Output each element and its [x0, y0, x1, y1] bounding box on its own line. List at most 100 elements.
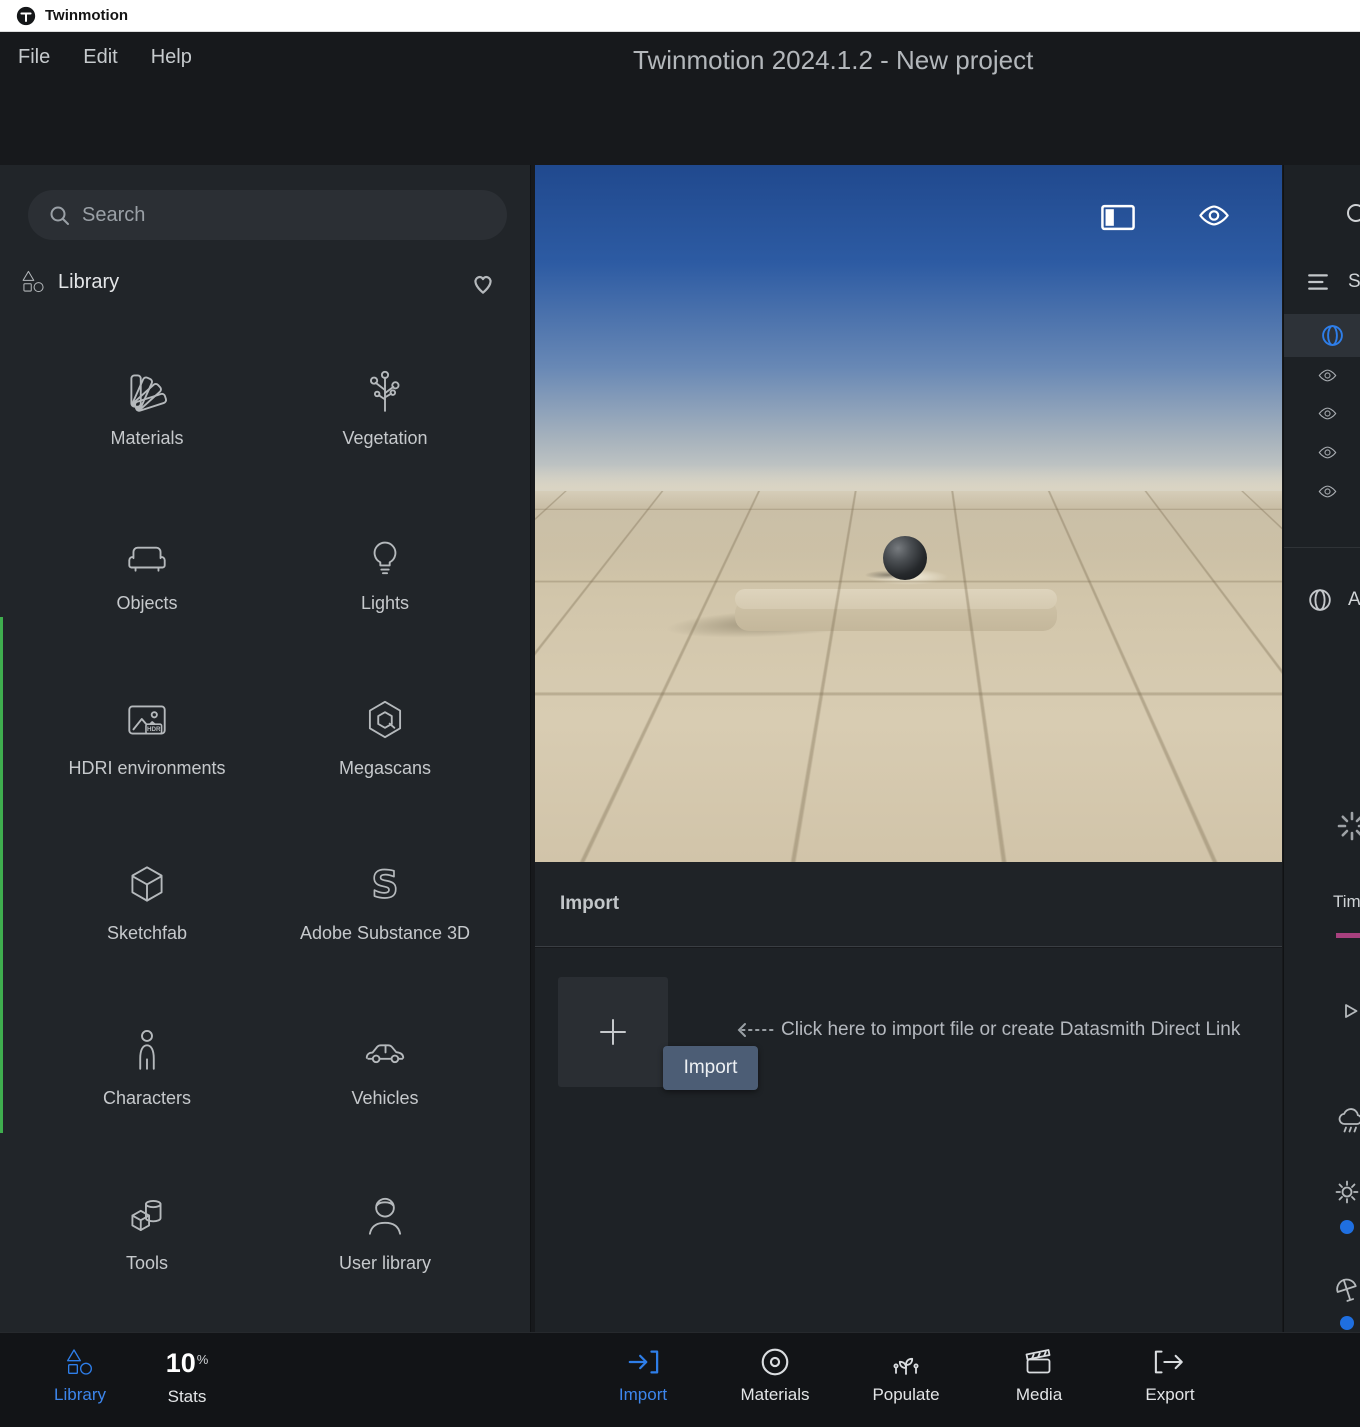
export-icon	[1153, 1346, 1187, 1378]
nav-media[interactable]: Media	[984, 1346, 1094, 1405]
nav-export-label: Export	[1145, 1385, 1194, 1405]
material-sphere-icon	[759, 1346, 791, 1378]
eye-icon[interactable]	[1318, 446, 1337, 459]
eye-icon[interactable]	[1198, 205, 1230, 226]
search-icon	[48, 204, 70, 226]
library-item-substance[interactable]: S Adobe Substance 3D	[266, 856, 504, 1021]
nav-import-label: Import	[619, 1385, 667, 1405]
nav-media-label: Media	[1016, 1385, 1062, 1405]
svg-text:S: S	[371, 863, 398, 907]
library-item-label: Vehicles	[351, 1088, 418, 1109]
blue-toggle-dot[interactable]	[1340, 1220, 1354, 1234]
toolbar	[0, 88, 1360, 165]
ambience-sphere-icon[interactable]	[1308, 588, 1332, 612]
nav-library[interactable]: Library	[25, 1346, 135, 1405]
sketchfab-cube-icon	[122, 860, 172, 910]
nav-import[interactable]: Import	[588, 1346, 698, 1405]
nav-materials[interactable]: Materials	[720, 1346, 830, 1405]
nav-materials-label: Materials	[741, 1385, 810, 1405]
import-icon	[626, 1346, 660, 1378]
svg-text:HDR: HDR	[147, 726, 161, 733]
nav-library-label: Library	[54, 1385, 106, 1405]
library-item-label: Lights	[361, 593, 409, 614]
viewport-3d[interactable]	[535, 165, 1282, 862]
twinmotion-logo-icon	[16, 6, 36, 26]
megascans-hexagon-icon	[360, 695, 410, 745]
library-item-user-library[interactable]: User library	[266, 1186, 504, 1351]
media-clapperboard-icon	[1022, 1346, 1056, 1378]
timeline-label: Tim	[1333, 892, 1360, 912]
bottom-navigation: Library 10 % Stats Import Materials Popu…	[0, 1332, 1360, 1427]
library-item-vegetation[interactable]: Vegetation	[266, 361, 504, 526]
populate-plants-icon	[889, 1346, 923, 1378]
library-item-label: Characters	[103, 1088, 191, 1109]
scene-header-label: S	[1348, 271, 1360, 293]
nav-stats-label: Stats	[168, 1387, 207, 1407]
library-item-objects[interactable]: Objects	[28, 526, 266, 691]
library-item-sketchfab[interactable]: Sketchfab	[28, 856, 266, 1021]
panel-toggle-icon[interactable]	[1100, 204, 1136, 231]
user-icon	[360, 1190, 410, 1240]
list-icon[interactable]	[1307, 272, 1329, 292]
import-hint-text: Click here to import file or create Data…	[781, 1019, 1240, 1041]
beach-umbrella-icon[interactable]	[1334, 1277, 1360, 1303]
library-panel: Library Materials Vegetation	[0, 165, 531, 1332]
library-item-label: Objects	[116, 593, 177, 614]
blue-toggle-dot[interactable]	[1340, 1316, 1354, 1330]
nav-populate-label: Populate	[872, 1385, 939, 1405]
import-add-button[interactable]	[558, 977, 668, 1087]
sun-icon[interactable]	[1334, 1179, 1360, 1205]
library-item-materials[interactable]: Materials	[28, 361, 266, 526]
sphere-icon	[1321, 324, 1344, 347]
library-item-label: Adobe Substance 3D	[300, 923, 470, 944]
library-grid: Materials Vegetation Objects	[28, 361, 504, 1351]
eye-icon[interactable]	[1318, 485, 1337, 498]
horizon-haze	[535, 465, 1282, 507]
library-item-characters[interactable]: Characters	[28, 1021, 266, 1186]
lightbulb-icon	[360, 530, 410, 580]
menu-edit[interactable]: Edit	[83, 46, 117, 69]
library-item-lights[interactable]: Lights	[266, 526, 504, 691]
library-item-tools[interactable]: Tools	[28, 1186, 266, 1351]
search-icon[interactable]	[1345, 202, 1360, 226]
vegetation-tree-icon	[360, 365, 410, 415]
menu-file[interactable]: File	[18, 46, 50, 69]
import-header-label: Import	[560, 893, 619, 915]
eye-icon[interactable]	[1318, 407, 1337, 420]
scene-root-row[interactable]	[1284, 314, 1360, 357]
library-item-hdri[interactable]: HDR HDRI environments	[28, 691, 266, 856]
play-icon[interactable]	[1343, 1003, 1359, 1019]
ambience-header-label: A	[1348, 589, 1360, 611]
library-item-label: Vegetation	[342, 428, 427, 449]
nav-stats[interactable]: 10 % Stats	[132, 1346, 242, 1407]
os-titlebar: Twinmotion	[0, 0, 1360, 32]
import-section-header: Import	[535, 862, 1282, 947]
import-tooltip: Import	[663, 1046, 758, 1090]
sphere-object[interactable]	[883, 536, 927, 580]
library-item-label: Tools	[126, 1253, 168, 1274]
library-item-label: Sketchfab	[107, 923, 187, 944]
import-dock: Click here to import file or create Data…	[535, 948, 1282, 1332]
window-title: Twinmotion 2024.1.2 - New project	[633, 45, 1033, 76]
nav-populate[interactable]: Populate	[851, 1346, 961, 1405]
search-bar[interactable]	[28, 190, 507, 240]
heart-icon[interactable]	[470, 271, 496, 297]
rain-cloud-icon[interactable]	[1336, 1107, 1360, 1135]
library-item-vehicles[interactable]: Vehicles	[266, 1021, 504, 1186]
tools-shapes-icon	[122, 1190, 172, 1240]
menu-help[interactable]: Help	[151, 46, 192, 69]
materials-fan-icon	[122, 365, 172, 415]
eye-icon[interactable]	[1318, 369, 1337, 382]
platform	[735, 589, 1057, 631]
library-item-label: Megascans	[339, 758, 431, 779]
nav-export[interactable]: Export	[1115, 1346, 1225, 1405]
library-item-label: Materials	[110, 428, 183, 449]
viewport-sky	[535, 165, 1282, 491]
timeline-progress-bar[interactable]	[1336, 933, 1360, 938]
sofa-icon	[122, 530, 172, 580]
scene-outline-panel: S A Tim	[1283, 165, 1360, 1332]
plus-icon	[596, 1015, 630, 1049]
library-item-megascans[interactable]: Megascans	[266, 691, 504, 856]
spinner-icon	[1336, 810, 1360, 842]
search-input[interactable]	[82, 204, 462, 227]
